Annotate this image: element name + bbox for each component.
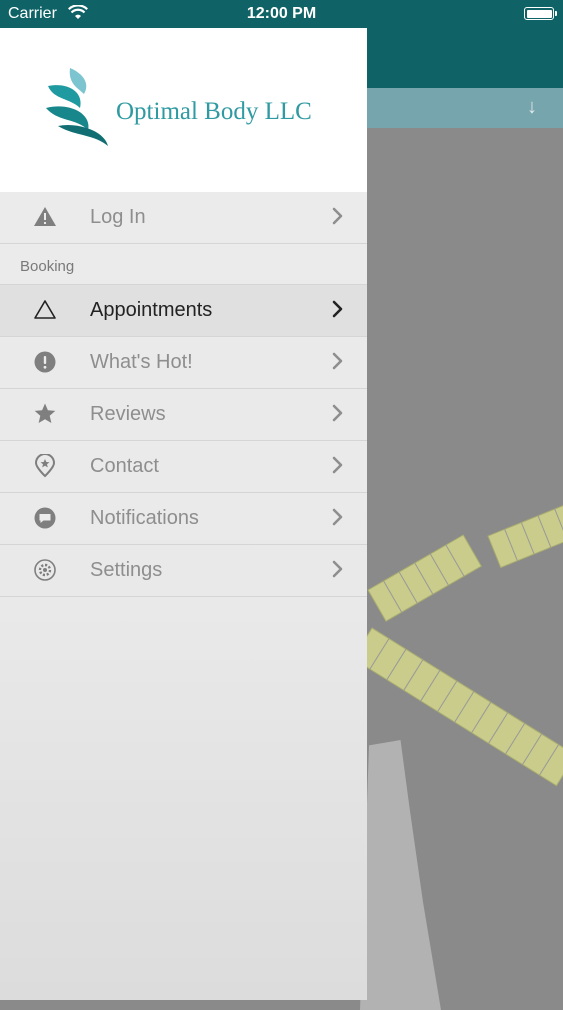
exclamation-icon xyxy=(33,350,57,374)
logo-icon xyxy=(44,64,114,153)
section-title: Booking xyxy=(20,258,75,275)
chevron-right-icon xyxy=(331,507,345,527)
logo-header: Optimal Body LLC xyxy=(0,28,367,192)
menu-item-label: What's Hot! xyxy=(90,351,193,373)
chevron-right-icon xyxy=(331,455,345,475)
menu-item-label: Log In xyxy=(90,206,146,228)
section-header-booking: Booking xyxy=(0,244,367,285)
download-arrow-icon[interactable]: ↓ xyxy=(527,96,537,119)
menu-item-label: Settings xyxy=(90,559,163,581)
star-icon xyxy=(33,402,57,426)
brand-name: Optimal Body LLC xyxy=(116,98,312,125)
menu-item-login[interactable]: Log In xyxy=(0,192,367,244)
chevron-right-icon xyxy=(331,299,345,319)
menu-item-appointments[interactable]: Appointments xyxy=(0,285,367,337)
location-pin-icon xyxy=(33,453,57,478)
menu-item-whats-hot[interactable]: What's Hot! xyxy=(0,337,367,389)
gear-icon xyxy=(33,558,57,582)
menu-item-label: Contact xyxy=(90,455,159,477)
menu-item-contact[interactable]: Contact xyxy=(0,441,367,493)
menu-item-notifications[interactable]: Notifications xyxy=(0,493,367,545)
menu-item-settings[interactable]: Settings xyxy=(0,545,367,597)
menu-item-label: Appointments xyxy=(90,299,213,321)
triangle-icon xyxy=(33,298,57,322)
chevron-right-icon xyxy=(331,403,345,423)
menu-item-reviews[interactable]: Reviews xyxy=(0,389,367,441)
chevron-right-icon xyxy=(331,206,345,226)
warning-icon xyxy=(33,205,57,229)
menu-item-label: Notifications xyxy=(90,507,199,529)
menu-item-label: Reviews xyxy=(90,403,166,425)
battery-icon xyxy=(524,7,557,20)
status-bar: Carrier 12:00 PM xyxy=(0,0,563,28)
status-time: 12:00 PM xyxy=(246,5,317,22)
chevron-right-icon xyxy=(331,559,345,579)
chevron-right-icon xyxy=(331,351,345,371)
chat-bubble-icon xyxy=(33,506,57,530)
side-drawer: Optimal Body LLC Log In Booking Appointm… xyxy=(0,28,367,1000)
